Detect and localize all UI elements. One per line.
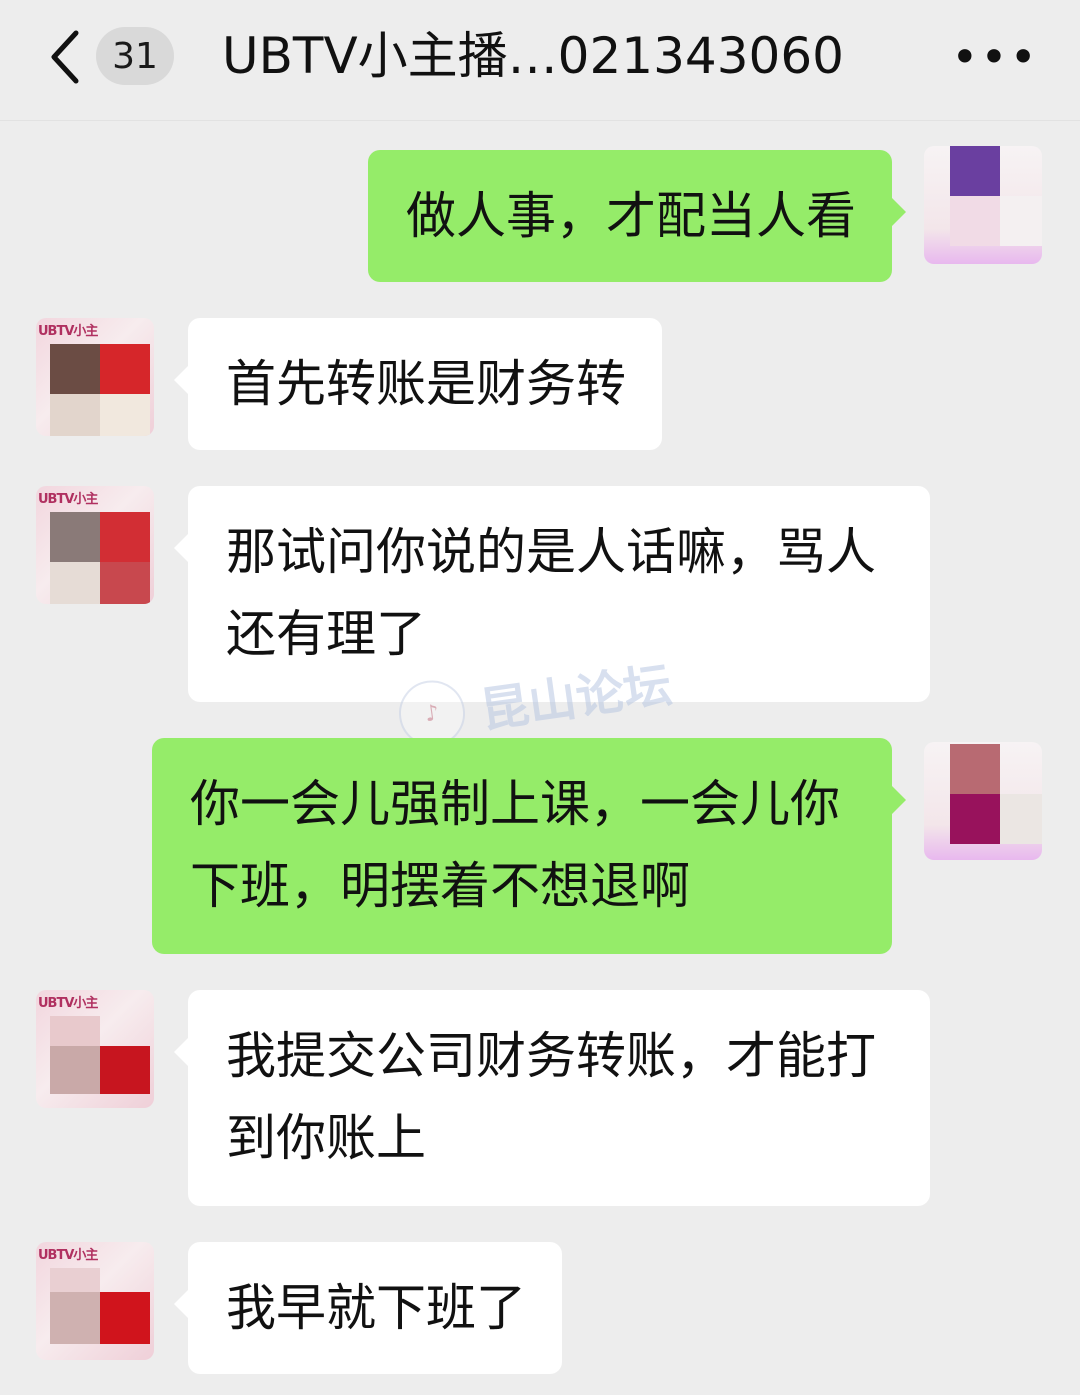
- message-bubble-received[interactable]: 首先转账是财务转: [174, 318, 662, 450]
- contact-avatar[interactable]: UBTV小主: [36, 486, 154, 604]
- chevron-left-icon: [51, 30, 79, 84]
- avatar-banner-text: UBTV小主: [38, 492, 98, 507]
- contact-avatar[interactable]: UBTV小主: [36, 318, 154, 436]
- my-avatar[interactable]: [924, 742, 1042, 860]
- message-bubble-sent[interactable]: 你一会儿强制上课，一会儿你下班，明摆着不想退啊: [152, 738, 906, 954]
- contact-avatar[interactable]: UBTV小主: [36, 990, 154, 1108]
- more-options-button[interactable]: •••: [951, 30, 1036, 84]
- avatar-banner-text: UBTV小主: [38, 324, 98, 339]
- message-bubble-received[interactable]: 我早就下班了: [174, 1242, 562, 1374]
- message-bubble-sent[interactable]: 做人事，才配当人看: [368, 150, 906, 282]
- message-text: 我早就下班了: [226, 1279, 526, 1337]
- my-avatar[interactable]: [924, 146, 1042, 264]
- unread-count-badge[interactable]: 31: [96, 27, 174, 85]
- chat-header: 31 UBTV小主播…021343060 •••: [0, 0, 1080, 121]
- message-text: 做人事，才配当人看: [406, 187, 856, 245]
- back-button[interactable]: [40, 22, 90, 92]
- chat-title: UBTV小主播…021343060: [222, 27, 844, 85]
- message-text: 首先转账是财务转: [226, 355, 626, 413]
- avatar-banner-text: UBTV小主: [38, 996, 98, 1011]
- message-bubble-received[interactable]: 我提交公司财务转账，才能打到你账上: [174, 990, 930, 1206]
- contact-avatar[interactable]: UBTV小主: [36, 1242, 154, 1360]
- message-text: 我提交公司财务转账，才能打到你账上: [226, 1027, 876, 1167]
- ellipsis-icon: •••: [951, 30, 1039, 84]
- message-text: 你一会儿强制上课，一会儿你下班，明摆着不想退啊: [190, 775, 840, 915]
- avatar-banner-text: UBTV小主: [38, 1248, 98, 1263]
- message-text: 那试问你说的是人话嘛，骂人还有理了: [226, 523, 876, 663]
